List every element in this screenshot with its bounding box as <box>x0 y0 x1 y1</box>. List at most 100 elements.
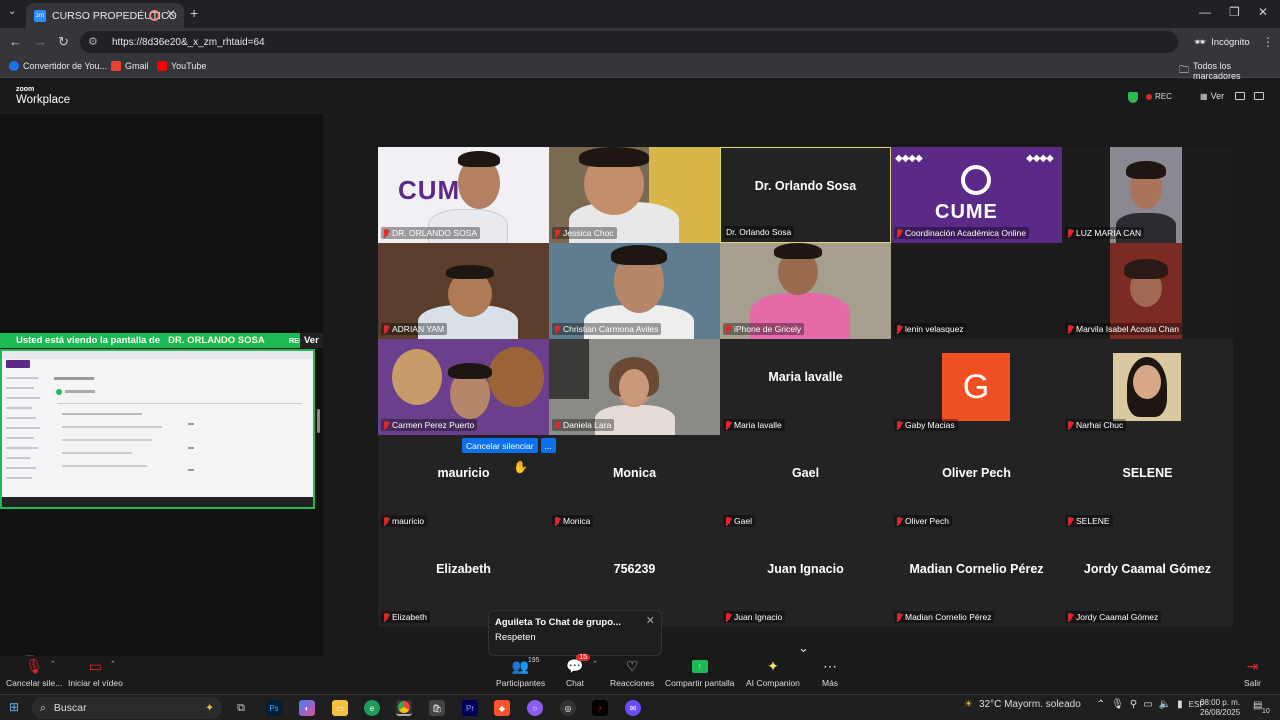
participant-tile[interactable]: Narhai Chuc <box>1062 339 1233 435</box>
muted-mic-icon <box>896 324 902 334</box>
participant-tile[interactable]: Maria lavalle Maria lavalle <box>720 339 891 435</box>
messenger-icon[interactable]: ✉ <box>625 700 641 716</box>
leave-button[interactable]: ⇥ Salir <box>1244 656 1261 689</box>
fullscreen-icon[interactable] <box>1254 92 1264 100</box>
chrome-icon[interactable] <box>396 700 412 716</box>
reactions-button[interactable]: ♡ Reacciones <box>610 656 654 689</box>
incognito-indicator[interactable]: 🕶 Incógnito <box>1186 32 1258 52</box>
brave-icon[interactable]: ◆ <box>494 700 510 716</box>
recording-indicator[interactable]: REC <box>1146 92 1172 101</box>
participant-tile[interactable]: Gael Gael <box>720 435 891 531</box>
participant-tile[interactable]: Jordy Caamal Gómez Jordy Caamal Gómez <box>1062 531 1233 627</box>
taskbar-search[interactable]: ⌕ Buscar ✦ <box>32 697 222 719</box>
clock[interactable]: 08:00 p. m. 26/08/2025 <box>1200 698 1240 718</box>
bookmarks-bar: Convertidor de You... Gmail YouTube 🗀 To… <box>0 56 1280 81</box>
chat-caret-icon[interactable]: ⌃ <box>592 660 598 668</box>
participant-tile[interactable]: Oliver Pech Oliver Pech <box>891 435 1062 531</box>
bookmark-0[interactable]: Convertidor de You... <box>9 61 107 71</box>
capcut-icon[interactable]: ◎ <box>560 700 576 716</box>
edge-icon[interactable]: e <box>364 700 380 716</box>
photoshop-icon[interactable]: Ps <box>266 700 282 716</box>
tiktok-icon[interactable]: ♪ <box>592 700 608 716</box>
weather-text[interactable]: 32°C Mayorm. soleado <box>979 699 1081 710</box>
store-icon[interactable]: 🛍 <box>429 700 445 716</box>
participants-button[interactable]: 👥 195 Participantes <box>496 656 545 688</box>
participant-tile[interactable]: Carmen Perez Puerto <box>378 339 549 435</box>
participant-tile[interactable]: lenin velasquez <box>891 243 1062 339</box>
participant-tile[interactable]: G Gaby Macias <box>891 339 1062 435</box>
participant-tile[interactable]: ◆◆◆◆ ◆◆◆◆ CUME Coordinación Académica On… <box>891 147 1062 243</box>
task-view-icon[interactable]: ⧉ <box>233 700 249 716</box>
new-tab-icon[interactable]: + <box>190 5 198 21</box>
close-tab-icon[interactable]: ✕ <box>166 7 176 21</box>
participant-tile[interactable]: CUME DR. ORLANDO SOSA <box>378 147 549 243</box>
participant-tile[interactable]: ADRIAN YAM <box>378 243 549 339</box>
participant-tile[interactable]: Monica Monica <box>549 435 720 531</box>
more-button[interactable]: ⋯ Más <box>822 656 838 689</box>
close-window-icon[interactable]: ✕ <box>1258 5 1268 19</box>
participant-name: Jordy Caamal Gómez <box>1065 611 1162 623</box>
url-field[interactable]: ⚙ https://8d36e20&_x_zm_rhtaid=64 <box>80 31 1178 53</box>
copilot-icon[interactable]: ◐ <box>299 700 315 716</box>
participant-tile[interactable]: Juan Ignacio Juan Ignacio <box>720 531 891 627</box>
all-bookmarks[interactable]: 🗀 Todos los marcadores <box>1179 61 1280 81</box>
restore-icon[interactable]: ❐ <box>1229 5 1240 19</box>
mic-tray-icon[interactable]: 🎙 <box>1111 699 1124 710</box>
ask-unmute-button[interactable]: Cancelar silenciar <box>462 438 538 453</box>
gallery-grid: CUME DR. ORLANDO SOSA Jessica Choc Dr. O… <box>378 147 1233 627</box>
participant-tile[interactable]: iPhone de Gricely <box>720 243 891 339</box>
chevron-down-icon[interactable]: ⌄ <box>798 640 809 656</box>
participant-name: iPhone de Gricely <box>723 323 805 335</box>
audio-caret-icon[interactable]: ⌃ <box>50 660 56 668</box>
participant-tile[interactable]: LUZ MARIA CAN <box>1062 147 1233 243</box>
participant-tile-active-speaker[interactable]: Dr. Orlando Sosa Dr. Orlando Sosa <box>720 147 891 243</box>
bookmark-1[interactable]: Gmail <box>111 61 149 71</box>
security-shield-icon[interactable] <box>1128 92 1138 103</box>
windows-start-icon[interactable]: ⊞ <box>9 700 19 714</box>
file-explorer-icon[interactable]: ▭ <box>332 700 348 716</box>
participant-display-name: Elizabeth <box>436 562 491 576</box>
tab-curso[interactable]: zm CURSO PROPEDÉUTICO ✕ <box>26 3 184 28</box>
muted-mic-icon <box>383 324 389 334</box>
site-info-icon[interactable]: ⚙ <box>88 36 100 48</box>
participant-tile[interactable]: Christian Carmona Aviles <box>549 243 720 339</box>
chat-notification[interactable]: Aguileta To Chat de grupo... Respeten ✕ <box>488 610 662 656</box>
share-banner-view-button[interactable]: Ver <box>300 333 323 348</box>
battery-icon[interactable]: ▮ <box>1177 699 1183 710</box>
participant-avatar: G <box>942 353 1010 421</box>
participant-tile[interactable]: Jessica Choc <box>549 147 720 243</box>
participant-name: ADRIAN YAM <box>381 323 448 335</box>
minimize-icon[interactable]: — <box>1199 5 1211 19</box>
volume-icon[interactable]: 🔈 <box>1159 699 1171 710</box>
participant-name: Christian Carmona Aviles <box>552 323 662 335</box>
view-button[interactable]: ▦ Ver <box>1200 91 1224 101</box>
ai-companion-button[interactable]: ✦ AI Companion <box>746 656 800 689</box>
participant-tile[interactable]: Marvila Isabel Acosta Chan <box>1062 243 1233 339</box>
network-icon[interactable]: ▭ <box>1143 699 1152 710</box>
more-options-button[interactable]: ... <box>540 438 556 453</box>
tray-chevron-icon[interactable]: ⌃ <box>1097 699 1105 710</box>
back-icon[interactable]: ← <box>9 34 22 49</box>
video-caret-icon[interactable]: ⌃ <box>110 660 116 668</box>
close-notification-icon[interactable]: ✕ <box>646 614 655 627</box>
chat-button[interactable]: 💬 15 Chat <box>566 654 591 688</box>
taskbar-search-label: Buscar <box>53 702 87 714</box>
participant-tile[interactable]: Daniela Lara <box>549 339 720 435</box>
reload-icon[interactable]: ↻ <box>58 34 69 50</box>
menu-kebab-icon[interactable]: ⋮ <box>1262 35 1274 49</box>
premiere-icon[interactable]: Pr <box>462 700 478 716</box>
app-circle-icon[interactable]: ○ <box>527 700 543 716</box>
participant-tile[interactable]: Madian Cornelio Pérez Madian Cornelio Pé… <box>891 531 1062 627</box>
tab-search-icon[interactable]: ⌄ <box>8 6 16 17</box>
view-label: Ver <box>1210 91 1225 101</box>
participant-tile[interactable]: SELENE SELENE <box>1062 435 1233 531</box>
muted-mic-icon <box>896 612 902 622</box>
share-screen-button[interactable]: ↑ Compartir pantalla <box>665 656 734 688</box>
bookmark-2[interactable]: YouTube <box>157 61 206 71</box>
forward-icon[interactable]: → <box>34 34 47 49</box>
muted-mic-icon <box>1067 420 1073 430</box>
shared-screen-thumbnail[interactable] <box>0 349 315 509</box>
window-mode-icon[interactable] <box>1235 92 1245 100</box>
logo-bottom: Workplace <box>16 94 71 106</box>
panel-resize-handle[interactable] <box>317 409 320 433</box>
